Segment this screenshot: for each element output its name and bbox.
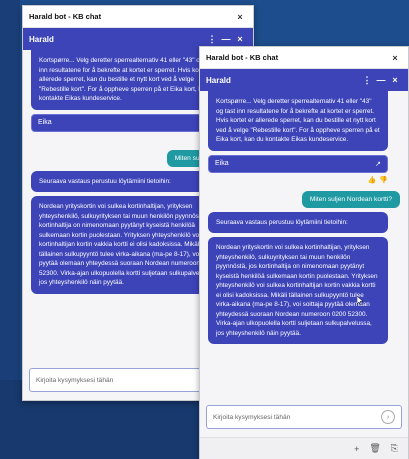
- bot-message-partial: Kortspørre... Velg deretter sperrealtern…: [208, 91, 388, 151]
- window-titlebar: Harald bot - KB chat ×: [200, 47, 408, 69]
- user-message: Miten suljen Nordean kortti?: [301, 190, 400, 208]
- message-input[interactable]: Kirjoita kysymyksesi tähän ›: [206, 405, 402, 429]
- source-card[interactable]: Eika ↗: [208, 154, 388, 173]
- input-placeholder: Kirjoita kysymyksesi tähän: [213, 413, 291, 421]
- user-message-row: Miten suljen Nordean kortti?: [208, 190, 400, 208]
- delete-icon[interactable]: 🗑: [369, 443, 380, 454]
- window-titlebar: Harald bot - KB chat ×: [23, 6, 253, 28]
- menu-icon[interactable]: ⋮: [360, 75, 374, 86]
- chat-header: Harald ⋮ — ×: [200, 69, 408, 91]
- close-icon[interactable]: ×: [233, 12, 247, 22]
- export-icon[interactable]: ⎘: [391, 443, 398, 454]
- minimize-icon[interactable]: —: [374, 75, 388, 85]
- bot-answer-message: Nordean yrityskortin voi sulkea kortinha…: [208, 237, 388, 344]
- bottom-toolbar: + 🗑 ⎘: [200, 437, 408, 459]
- close-icon[interactable]: ×: [233, 34, 247, 44]
- source-label: Eika: [215, 160, 229, 167]
- send-icon[interactable]: ›: [381, 410, 395, 424]
- bot-name: Harald: [29, 34, 54, 44]
- feedback-row: 👍 👎: [208, 173, 388, 187]
- menu-icon[interactable]: ⋮: [205, 34, 219, 45]
- window-title: Harald bot - KB chat: [206, 53, 279, 62]
- window-title: Harald bot - KB chat: [29, 12, 102, 21]
- source-label: Eika: [38, 119, 52, 126]
- add-icon[interactable]: +: [354, 444, 359, 454]
- close-icon[interactable]: ×: [388, 75, 402, 85]
- chat-messages[interactable]: Kortspørre... Velg deretter sperrealtern…: [200, 91, 408, 403]
- bot-intro-message: Seuraava vastaus perustuu löytämiini tie…: [208, 211, 388, 233]
- minimize-icon[interactable]: —: [219, 34, 233, 44]
- close-icon[interactable]: ×: [388, 53, 402, 63]
- bot-name: Harald: [206, 75, 231, 85]
- thumbs-up-icon[interactable]: 👍: [368, 176, 377, 184]
- chat-window-front: Harald bot - KB chat × Harald ⋮ — × Kort…: [199, 46, 409, 459]
- open-link-icon[interactable]: ↗: [375, 160, 381, 168]
- thumbs-down-icon[interactable]: 👎: [379, 176, 388, 184]
- mouse-cursor-icon: [357, 296, 363, 305]
